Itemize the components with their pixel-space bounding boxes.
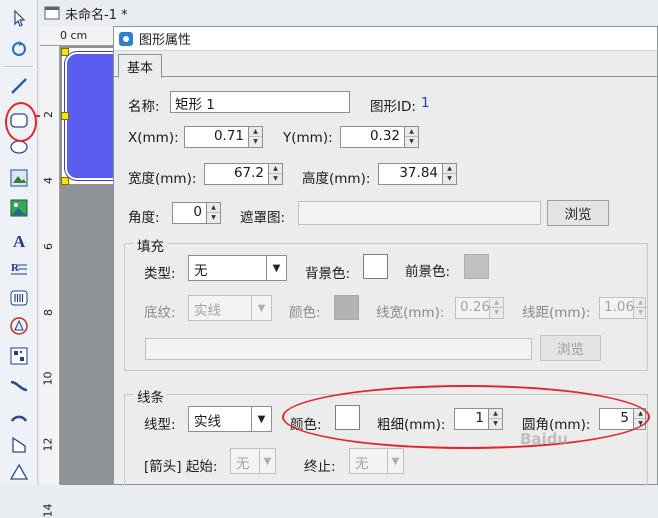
y-label: Y(mm): bbox=[283, 130, 333, 146]
shape-id-value: 1 bbox=[421, 95, 430, 111]
tab-bar: 基本 bbox=[114, 51, 657, 78]
mask-browse-button[interactable]: 浏览 bbox=[547, 200, 609, 226]
image-icon[interactable] bbox=[7, 166, 31, 190]
fill-type-select[interactable]: 无 ▼ bbox=[188, 255, 287, 281]
line-width-label: 线宽(mm): bbox=[376, 305, 445, 321]
annotation-ellipse-marker bbox=[282, 385, 650, 449]
stroke-group-title: 线条 bbox=[134, 386, 167, 406]
rich-text-icon[interactable]: R bbox=[7, 257, 31, 281]
document-icon bbox=[44, 6, 60, 20]
stroke-type-label: 线型: bbox=[144, 417, 176, 433]
ruler-tick-label: 8 bbox=[42, 309, 55, 316]
pattern-value: 实线 bbox=[194, 303, 221, 319]
chevron-down-icon[interactable]: ▼ bbox=[387, 449, 403, 473]
arrow-end-select[interactable]: 无 ▼ bbox=[349, 448, 404, 474]
line-spacing-label: 线距(mm): bbox=[522, 305, 591, 321]
line-icon[interactable] bbox=[7, 74, 31, 98]
fill-group-title: 填充 bbox=[134, 235, 167, 255]
select-arrow-icon[interactable] bbox=[7, 6, 31, 30]
chevron-down-icon[interactable]: ▼ bbox=[266, 256, 286, 280]
fill-type-label: 类型: bbox=[144, 266, 176, 282]
tool-palette: A R bbox=[0, 0, 38, 485]
seal-icon[interactable] bbox=[7, 314, 31, 338]
watermark-logo: Baidu bbox=[520, 430, 569, 448]
document-tab-title: 未命名-1 * bbox=[65, 7, 128, 23]
foreground-color-swatch[interactable] bbox=[464, 254, 489, 279]
ruler-tick-label: 14 bbox=[41, 503, 55, 518]
curve-icon[interactable] bbox=[7, 374, 31, 398]
width-input[interactable]: 67.2 bbox=[204, 163, 269, 185]
resize-handle[interactable] bbox=[61, 112, 69, 120]
svg-text:R: R bbox=[11, 262, 20, 274]
x-label: X(mm): bbox=[128, 130, 179, 146]
chevron-down-icon[interactable]: ▼ bbox=[251, 407, 271, 431]
pattern-color-label: 颜色: bbox=[289, 305, 321, 321]
mask-label: 遮罩图: bbox=[240, 210, 286, 226]
y-input[interactable]: 0.32 bbox=[340, 126, 405, 148]
angle-spinner[interactable]: ▲ ▼ bbox=[207, 202, 221, 224]
picture-icon[interactable] bbox=[7, 196, 31, 220]
x-spinner[interactable]: ▲ ▼ bbox=[249, 126, 263, 148]
chevron-down-icon[interactable]: ▼ bbox=[259, 449, 275, 473]
tab-basic[interactable]: 基本 bbox=[118, 54, 163, 78]
stroke-type-value: 实线 bbox=[194, 414, 221, 430]
line-width-spinner[interactable]: ▲ ▼ bbox=[490, 297, 504, 319]
line-width-input[interactable]: 0.26 bbox=[455, 297, 490, 319]
ruler-vertical: 2 4 6 8 10 12 14 bbox=[40, 46, 60, 518]
polygon-icon[interactable] bbox=[7, 433, 31, 457]
dialog-title: 图形属性 bbox=[139, 33, 192, 48]
ruler-horizontal: 0 cm bbox=[40, 26, 120, 46]
arc-icon[interactable] bbox=[7, 403, 31, 427]
background-color-swatch[interactable] bbox=[363, 254, 388, 279]
arrow-start-select[interactable]: 无 ▼ bbox=[230, 448, 276, 474]
resize-handle[interactable] bbox=[61, 48, 69, 56]
fill-type-value: 无 bbox=[194, 263, 208, 279]
triangle-icon[interactable] bbox=[7, 460, 31, 484]
width-spinner[interactable]: ▲ ▼ bbox=[269, 163, 283, 185]
chevron-down-icon[interactable]: ▼ bbox=[251, 296, 271, 320]
ruler-tick-label: 4 bbox=[42, 177, 55, 184]
mask-path-input[interactable] bbox=[298, 201, 541, 225]
pattern-label: 底纹: bbox=[144, 305, 176, 321]
stroke-type-select[interactable]: 实线 ▼ bbox=[188, 406, 272, 432]
line-spacing-input[interactable]: 1.06 bbox=[599, 297, 634, 319]
height-spinner[interactable]: ▲ ▼ bbox=[443, 163, 457, 185]
angle-input[interactable]: 0 bbox=[172, 202, 207, 224]
pattern-color-swatch[interactable] bbox=[334, 295, 359, 320]
ruler-tick-label: 6 bbox=[42, 243, 55, 250]
qrcode-icon[interactable] bbox=[7, 344, 31, 368]
name-input[interactable]: 矩形 1 bbox=[170, 91, 350, 113]
pan-rotate-icon[interactable] bbox=[7, 36, 31, 60]
ruler-tick-label: 12 bbox=[41, 437, 55, 452]
line-spacing-spinner[interactable]: ▲ ▼ bbox=[634, 297, 647, 319]
arrow-start-value: 无 bbox=[236, 456, 250, 472]
arrow-end-label: 终止: bbox=[304, 459, 336, 475]
app-icon bbox=[119, 31, 133, 46]
shape-id-label: 图形ID: bbox=[370, 99, 416, 115]
pattern-select[interactable]: 实线 ▼ bbox=[188, 295, 272, 321]
height-input[interactable]: 37.84 bbox=[378, 163, 443, 185]
barcode-icon[interactable] bbox=[7, 286, 31, 310]
fill-image-path-input[interactable] bbox=[145, 338, 532, 360]
ruler-tick-label: 10 bbox=[41, 371, 55, 386]
ruler-tick-label: 2 bbox=[42, 111, 55, 118]
fill-browse-button[interactable]: 浏览 bbox=[540, 335, 601, 361]
name-label: 名称: bbox=[128, 99, 160, 115]
text-icon[interactable]: A bbox=[7, 228, 31, 252]
x-input[interactable]: 0.71 bbox=[184, 126, 249, 148]
resize-handle[interactable] bbox=[61, 177, 69, 185]
svg-text:A: A bbox=[13, 232, 26, 250]
height-label: 高度(mm): bbox=[302, 171, 371, 187]
width-label: 宽度(mm): bbox=[128, 171, 197, 187]
background-color-label: 背景色: bbox=[305, 266, 351, 282]
foreground-color-label: 前景色: bbox=[405, 264, 451, 280]
document-tab[interactable]: 未命名-1 * bbox=[40, 2, 200, 24]
arrow-start-label: [箭头] 起始: bbox=[144, 459, 218, 475]
annotation-circle-marker bbox=[5, 102, 37, 142]
y-spinner[interactable]: ▲ ▼ bbox=[405, 126, 419, 148]
ruler-unit-label: 0 cm bbox=[60, 29, 88, 42]
dialog-titlebar[interactable]: 图形属性 bbox=[114, 27, 657, 51]
angle-label: 角度: bbox=[128, 210, 160, 226]
arrow-end-value: 无 bbox=[355, 456, 369, 472]
